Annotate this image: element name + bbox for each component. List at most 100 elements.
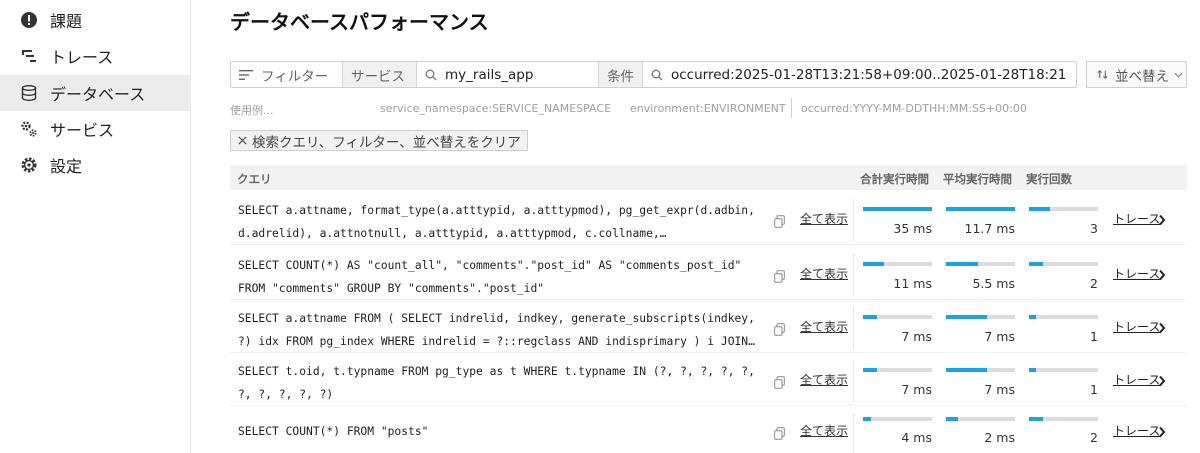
total-time-bar-fill (863, 262, 884, 266)
avg-time-value: 2 ms (984, 430, 1015, 445)
divider (853, 199, 854, 241)
sidebar-item-settings[interactable]: 設定 (0, 147, 191, 183)
avg-time-bar-fill (946, 207, 1015, 211)
trace-link[interactable]: トレース (1113, 318, 1160, 335)
copy-icon[interactable] (774, 323, 785, 336)
table-row[interactable]: SELECT a.attname FROM ( SELECT indrelid,… (230, 303, 1187, 353)
table-row[interactable]: SELECT t.oid, t.typname FROM pg_type as … (230, 356, 1187, 406)
count-value: 1 (1090, 329, 1098, 344)
show-all-link[interactable]: 全て表示 (800, 371, 848, 388)
chevron-right-icon (1159, 375, 1166, 387)
total-time-bar-fill (863, 207, 932, 211)
avg-time-bar (946, 262, 1015, 266)
show-all-link[interactable]: 全て表示 (800, 265, 848, 282)
table-row[interactable]: SELECT COUNT(*) FROM "posts" 全て表示 4 ms 2 ms… (230, 410, 1187, 453)
sidebar: 課題 トレース データベース サービス 設定 (0, 0, 191, 453)
trace-link[interactable]: トレース (1113, 371, 1160, 388)
sidebar-item-services[interactable]: サービス (0, 111, 191, 147)
service-input[interactable]: my_rails_app (417, 62, 599, 87)
query-text: SELECT COUNT(*) FROM "posts" (238, 420, 763, 443)
chevron-right-icon (1159, 269, 1166, 281)
avg-time-value: 11.7 ms (964, 221, 1016, 236)
sidebar-item-database[interactable]: データベース (0, 75, 191, 111)
chevron-right-icon (1159, 426, 1166, 438)
avg-time-value: 7 ms (984, 329, 1015, 344)
divider (853, 307, 854, 349)
total-time-bar-fill (863, 315, 877, 319)
sidebar-item-label: データベース (50, 85, 146, 104)
count-bar (1029, 262, 1098, 266)
example-environment[interactable]: environment:ENVIRONMENT (630, 102, 786, 115)
service-value: my_rails_app (445, 66, 534, 83)
query-line-1: SELECT a.attname FROM ( SELECT indrelid,… (238, 312, 755, 325)
total-time-bar (863, 368, 932, 372)
count-bar-fill (1029, 417, 1043, 421)
avg-time-bar-fill (946, 417, 958, 421)
query-line-2: FROM "comments" GROUP BY "comments"."pos… (238, 282, 545, 295)
search-icon (425, 69, 437, 80)
table-row[interactable]: SELECT COUNT(*) AS "count_all", "comment… (230, 250, 1187, 300)
total-time-value: 4 ms (901, 430, 932, 445)
avg-time-value: 7 ms (984, 382, 1015, 397)
copy-icon[interactable] (774, 376, 785, 389)
main-content: データベースパフォーマンス フィルター サービス my_rails_app 条件… (191, 0, 1200, 453)
table-row[interactable]: SELECT a.attname, format_type(a.atttypid… (230, 195, 1187, 245)
sidebar-item-traces[interactable]: トレース (0, 38, 191, 74)
header-total-time[interactable]: 合計実行時間 (860, 171, 929, 187)
header-count[interactable]: 実行回数 (1026, 171, 1072, 187)
clear-query-button[interactable]: 検索クエリ、フィルター、並べ替えをクリア (230, 130, 528, 151)
avg-time-bar-fill (946, 315, 987, 319)
show-all-link[interactable]: 全て表示 (800, 318, 848, 335)
copy-icon[interactable] (774, 270, 785, 283)
total-time-bar (863, 417, 932, 421)
trace-link[interactable]: トレース (1113, 210, 1160, 227)
sort-button[interactable]: 並べ替え (1086, 61, 1187, 88)
table-header: クエリ 合計実行時間 平均実行時間 実行回数 (230, 165, 1187, 190)
sort-arrows-icon (1097, 70, 1108, 79)
count-value: 2 (1090, 276, 1098, 291)
sidebar-item-label: 設定 (50, 157, 83, 176)
count-bar-fill (1029, 315, 1036, 319)
header-avg-time[interactable]: 平均実行時間 (943, 171, 1012, 187)
sort-label: 並べ替え (1115, 68, 1169, 85)
count-value: 1 (1090, 382, 1098, 397)
show-all-link[interactable]: 全て表示 (800, 422, 848, 439)
examples-lead: 使用例... (230, 104, 274, 117)
copy-icon[interactable] (774, 427, 785, 440)
count-value: 2 (1090, 430, 1098, 445)
total-time-value: 7 ms (901, 329, 932, 344)
divider (853, 360, 854, 402)
sidebar-item-issues[interactable]: 課題 (0, 2, 191, 38)
total-time-value: 35 ms (893, 221, 932, 236)
filter-dropdown[interactable]: フィルター (231, 62, 343, 87)
page-title: データベースパフォーマンス (230, 10, 489, 34)
trace-link[interactable]: トレース (1113, 265, 1160, 282)
total-time-bar (863, 207, 932, 211)
settings-gear-icon (20, 156, 38, 174)
query-line-2: ?, ?, ?, ?, ?) (238, 388, 334, 401)
gears-icon (20, 120, 38, 138)
trace-link[interactable]: トレース (1113, 422, 1160, 439)
total-time-bar (863, 262, 932, 266)
count-bar-fill (1029, 207, 1050, 211)
query-text: SELECT a.attname FROM ( SELECT indrelid,… (238, 307, 763, 353)
example-occurred[interactable]: occurred:YYYY-MM-DDTHH:MM:SS+00:00 (801, 102, 1027, 115)
count-bar-fill (1029, 262, 1043, 266)
total-time-bar-fill (863, 368, 877, 372)
database-icon (20, 84, 38, 102)
header-query: クエリ (237, 172, 272, 186)
copy-icon[interactable] (774, 215, 785, 228)
show-all-link[interactable]: 全て表示 (800, 210, 848, 227)
query-line-1: SELECT a.attname, format_type(a.atttypid… (238, 204, 755, 217)
query-text: SELECT COUNT(*) AS "count_all", "comment… (238, 254, 763, 300)
condition-input[interactable]: occurred:2025-01-28T13:21:58+09:00..2025… (643, 62, 1076, 87)
avg-time-bar (946, 207, 1015, 211)
divider (853, 414, 854, 453)
total-time-bar-fill (863, 417, 871, 421)
count-value: 3 (1090, 221, 1098, 236)
divider (853, 254, 854, 296)
sidebar-item-label: 課題 (50, 12, 83, 31)
example-namespace[interactable]: service_namespace:SERVICE_NAMESPACE (380, 102, 611, 115)
filter-label: フィルター (261, 68, 329, 85)
divider (791, 98, 792, 118)
